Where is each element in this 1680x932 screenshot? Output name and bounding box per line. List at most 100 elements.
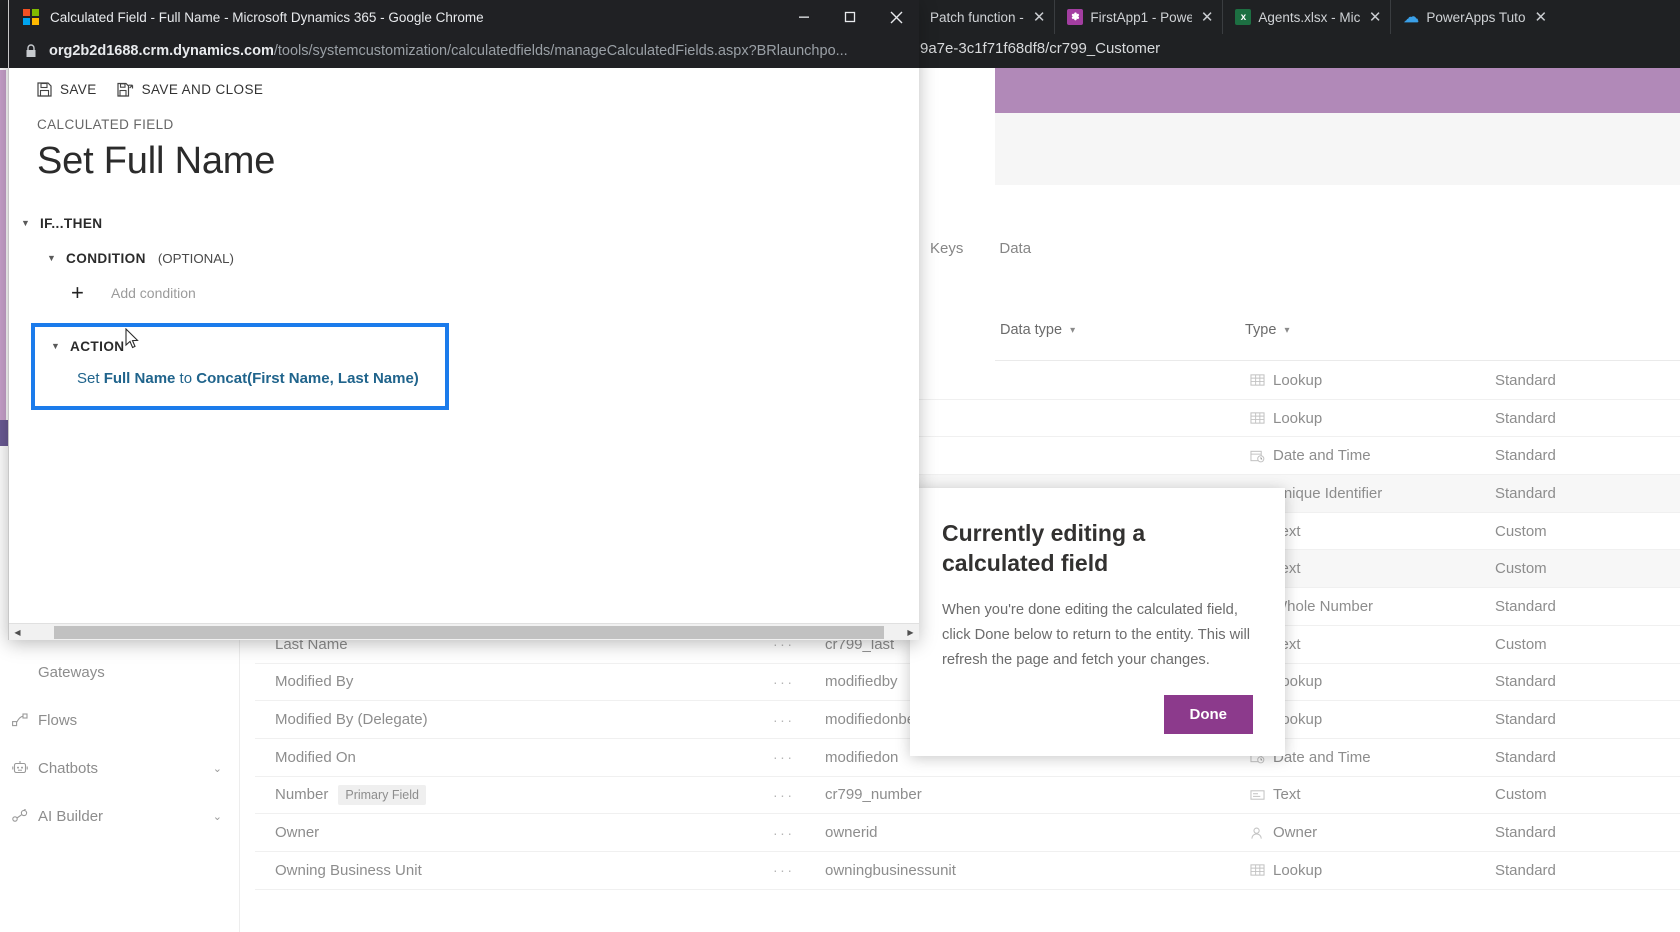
cell-type: Custom [1495,560,1547,578]
row-menu-button[interactable]: ··· [773,674,795,690]
sidebar-item-label: Chatbots [38,759,99,777]
scroll-right-arrow-icon[interactable]: ▶ [902,624,919,641]
row-menu-button[interactable]: ··· [773,825,795,841]
close-tab-icon[interactable]: ✕ [1033,10,1046,25]
plus-icon[interactable]: + [71,282,87,304]
cell-display-name: Modified By [275,673,353,690]
display-name-label: Owner [275,824,320,842]
display-name-label: Modified By (Delegate) [275,711,428,729]
action-section-highlighted[interactable]: ▼ ACTION Set Full Name to Concat(First N… [31,323,449,410]
browser-tab[interactable]: x Agents.xlsx - Mic ✕ [1222,0,1390,34]
browser-tab-label: Patch function - [930,9,1024,25]
command-bar: SAVE SAVE AND CLOSE [9,68,919,97]
teaching-bubble-dialog: Currently editing a calculated field Whe… [910,488,1285,756]
sidebar-item-label: Flows [38,711,78,729]
cell-data-type: Date and Time [1250,447,1371,464]
chevron-down-icon[interactable]: ⌄ [213,762,222,775]
browser-tab[interactable]: ✽ FirstApp1 - Powe ✕ [1054,0,1222,34]
sidebar-item-flows[interactable]: Flows [0,696,240,744]
close-tab-icon[interactable]: ✕ [1369,10,1382,25]
horizontal-scrollbar[interactable]: ◀ ▶ [9,623,919,640]
cell-type: Standard [1495,861,1556,879]
url-path: /tools/systemcustomization/calculatedfie… [273,43,848,59]
table-row[interactable]: Owner ··· ownerid Owner Standard [255,814,1680,852]
window-titlebar[interactable]: Calculated Field - Full Name - Microsoft… [9,0,919,34]
entity-toolbar-band [995,113,1680,185]
lookup-icon [1250,374,1265,386]
save-button[interactable]: SAVE [37,82,97,97]
if-then-section[interactable]: ▼ IF...THEN [21,216,919,231]
datetime-icon [1250,450,1265,463]
browser-tab[interactable]: ☁ PowerApps Tuto ✕ [1390,0,1556,34]
entity-tabs: Keys Data [930,240,1031,257]
column-header-type[interactable]: Type ▾ [1245,322,1289,338]
save-icon [37,82,52,97]
cell-logical-name: cr799_number [825,786,922,804]
chevron-down-icon[interactable]: ⌄ [213,810,222,823]
page-title: Set Full Name [37,140,276,182]
chevron-down-icon: ▾ [1070,324,1076,336]
row-menu-button[interactable]: ··· [773,787,795,803]
action-prefix: Set [77,370,104,387]
scrollbar-thumb[interactable] [54,625,884,639]
action-header[interactable]: ▼ ACTION [51,339,445,354]
sidebar-item-gateways[interactable]: Gateways [0,648,240,696]
cell-display-name: Number Primary Field [275,784,426,805]
tab-keys[interactable]: Keys [930,240,963,257]
save-label: SAVE [60,82,97,97]
table-header-divider [995,360,1680,361]
cell-logical-name: ownerid [825,824,878,842]
done-button[interactable]: Done [1163,695,1253,734]
table-row[interactable]: Number Primary Field ··· cr799_number Text Cu… [255,777,1680,815]
data-type-label: Date and Time [1273,447,1371,465]
add-condition-row[interactable]: + Add condition [71,282,919,304]
display-name-label: Modified By [275,673,354,691]
entity-banner [995,68,1680,113]
browser-tab-label: PowerApps Tuto [1426,9,1526,25]
data-type-label: Date and Time [1273,748,1371,766]
collapse-caret-icon[interactable]: ▼ [21,218,33,228]
address-bar[interactable]: org2b2d1688.crm.dynamics.com /tools/syst… [9,34,919,68]
browser-tab-strip: Patch function - ✕ ✽ FirstApp1 - Powe ✕ x Agen… [918,0,1556,34]
table-row[interactable]: Owning Business Unit ··· owningbusinessuni… [255,852,1680,890]
sidebar-item-ai-builder[interactable]: AI Builder ⌄ [0,792,240,840]
action-formula[interactable]: Concat(First Name, Last Name) [196,370,419,387]
condition-section[interactable]: ▼ CONDITION (OPTIONAL) [47,251,919,266]
dialog-title: Currently editing a calculated field [942,520,1146,576]
sidebar-item-chatbots[interactable]: Chatbots ⌄ [0,744,240,792]
scrollbar-track[interactable] [26,624,902,641]
data-type-label: Lookup [1273,861,1323,879]
action-target-field[interactable]: Full Name [104,370,176,387]
tab-favicon-icon: x [1235,9,1252,25]
collapse-caret-icon[interactable]: ▼ [47,253,59,263]
left-accent-bar [0,70,6,440]
close-tab-icon[interactable]: ✕ [1201,10,1214,25]
row-menu-button[interactable]: ··· [773,712,795,728]
dialog-actions: Done [1163,695,1253,734]
cell-type: Standard [1495,824,1556,842]
cell-display-name: Owner [275,824,319,841]
cell-type: Standard [1495,409,1556,427]
cell-type: Standard [1495,447,1556,465]
action-label: ACTION [70,339,125,354]
minimize-button[interactable] [781,0,827,34]
tab-favicon-icon: ✽ [1067,9,1084,25]
close-tab-icon[interactable]: ✕ [1534,10,1547,25]
cell-logical-name: modifiedon [825,748,899,766]
display-name-label: Number [275,786,329,804]
row-menu-button[interactable]: ··· [773,749,795,765]
cell-logical-name: owningbusinessunit [825,861,956,879]
column-header-data-type[interactable]: Data type ▾ [1000,322,1075,338]
action-statement[interactable]: Set Full Name to Concat(First Name, Last… [77,370,445,387]
close-button[interactable] [873,0,919,34]
maximize-button[interactable] [827,0,873,34]
collapse-caret-icon[interactable]: ▼ [51,341,63,351]
cell-type: Standard [1495,371,1556,389]
display-name-label: Modified On [275,748,356,766]
browser-tab[interactable]: Patch function - ✕ [918,0,1054,34]
save-and-close-button[interactable]: SAVE AND CLOSE [117,82,264,97]
row-menu-button[interactable]: ··· [773,862,795,878]
scroll-left-arrow-icon[interactable]: ◀ [9,624,26,641]
tab-data[interactable]: Data [999,240,1031,257]
browser-tab-label: Agents.xlsx - Mic [1258,9,1360,25]
